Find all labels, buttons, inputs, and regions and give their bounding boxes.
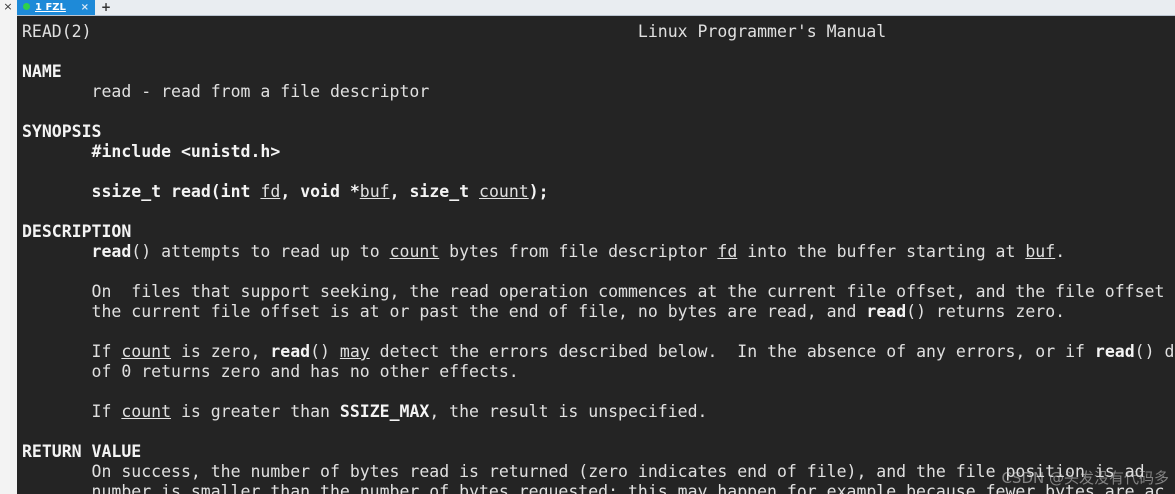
man-line: [22, 322, 1174, 342]
man-text: number is smaller than the number of byt…: [22, 482, 1165, 494]
man-text: #include <unistd.h>: [91, 142, 281, 161]
man-line: ssize_t read(int fd, void *buf, size_t c…: [22, 182, 1174, 202]
tab-close-icon[interactable]: ×: [81, 0, 89, 15]
man-text: [22, 242, 92, 261]
man-text: fd: [260, 182, 281, 201]
man-line: [22, 162, 1174, 182]
close-icon[interactable]: ×: [2, 0, 14, 14]
tab-label: 1 FZL: [35, 2, 66, 13]
man-page-text: READ(2) Linux Programmer's Manual NAME re…: [22, 22, 1174, 494]
man-line: [22, 202, 1174, 222]
left-gutter: ×: [0, 0, 18, 494]
man-line: read - read from a file descriptor: [22, 82, 1174, 102]
man-text: If: [22, 402, 122, 421]
man-line: [22, 102, 1174, 122]
man-text: NAME: [22, 62, 62, 81]
man-text: ssize_t read(int: [91, 182, 261, 201]
man-text: read - read from a file descriptor: [22, 82, 430, 101]
man-text: [22, 182, 92, 201]
man-text: READ(2) Linux Programmer's Manual: [22, 22, 887, 41]
man-text: of 0 returns zero and has no other effec…: [22, 362, 519, 381]
man-line: DESCRIPTION: [22, 222, 1174, 242]
man-text: the current file offset is at or past th…: [22, 302, 867, 321]
man-text: RETURN VALUE: [22, 442, 142, 461]
man-line: SYNOPSIS: [22, 122, 1174, 142]
man-text: [22, 142, 92, 161]
man-text: is zero,: [171, 342, 271, 361]
man-line: of 0 returns zero and has no other effec…: [22, 362, 1174, 382]
man-text: buf: [1025, 242, 1056, 261]
man-text: SSIZE_MAX: [339, 402, 430, 421]
man-text: () returns zero.: [906, 302, 1066, 321]
man-text: () d: [1134, 342, 1175, 361]
man-line: READ(2) Linux Programmer's Manual: [22, 22, 1174, 42]
man-line: read() attempts to read up to count byte…: [22, 242, 1174, 262]
man-text: fd: [717, 242, 738, 261]
man-line: On files that support seeking, the read …: [22, 282, 1174, 302]
man-text: On success, the number of bytes read is …: [22, 462, 1145, 481]
man-text: .: [1055, 242, 1066, 261]
man-text: detect the errors described below. In th…: [369, 342, 1095, 361]
man-text: read: [91, 242, 132, 261]
man-text: may: [339, 342, 370, 361]
man-text: SYNOPSIS: [22, 122, 102, 141]
man-line: If count is greater than SSIZE_MAX, the …: [22, 402, 1174, 422]
man-text: bytes from file descriptor: [439, 242, 718, 261]
man-line: [22, 262, 1174, 282]
man-text: count: [479, 182, 529, 201]
man-text: size_t: [409, 182, 480, 201]
man-line: If count is zero, read() may detect the …: [22, 342, 1175, 362]
man-line: #include <unistd.h>: [22, 142, 1174, 162]
tab-session-1[interactable]: 1 FZL ×: [17, 0, 95, 15]
man-text: ,: [389, 182, 410, 201]
man-line: the current file offset is at or past th…: [22, 302, 1174, 322]
man-text: If: [22, 342, 122, 361]
man-text: (): [310, 342, 340, 361]
add-tab-icon[interactable]: +: [99, 0, 113, 15]
man-text: On files that support seeking, the read …: [22, 282, 1165, 301]
man-line: NAME: [22, 62, 1174, 82]
man-text: count: [389, 242, 440, 261]
man-line: [22, 382, 1174, 402]
man-text: , the result is unspecified.: [429, 402, 708, 421]
man-text: into the buffer starting at: [737, 242, 1026, 261]
watermark: CSDN @头发没有代码多: [1001, 469, 1169, 487]
man-text: );: [528, 182, 549, 201]
man-text: is greater than: [171, 402, 340, 421]
man-text: read: [1094, 342, 1135, 361]
connection-status-icon: [23, 3, 30, 10]
man-text: ,: [280, 182, 301, 201]
man-line: [22, 42, 1174, 62]
tab-bar: 1 FZL × +: [17, 0, 1175, 16]
man-text: count: [121, 342, 172, 361]
man-text: read: [866, 302, 907, 321]
man-text: count: [121, 402, 172, 421]
man-line: [22, 422, 1174, 442]
man-text: read: [270, 342, 311, 361]
man-text: DESCRIPTION: [22, 222, 132, 241]
man-text: buf: [359, 182, 390, 201]
man-text: () attempts to read up to: [131, 242, 390, 261]
man-line: RETURN VALUE: [22, 442, 1174, 462]
terminal-output[interactable]: READ(2) Linux Programmer's Manual NAME re…: [17, 16, 1175, 494]
man-text: void *: [300, 182, 360, 201]
